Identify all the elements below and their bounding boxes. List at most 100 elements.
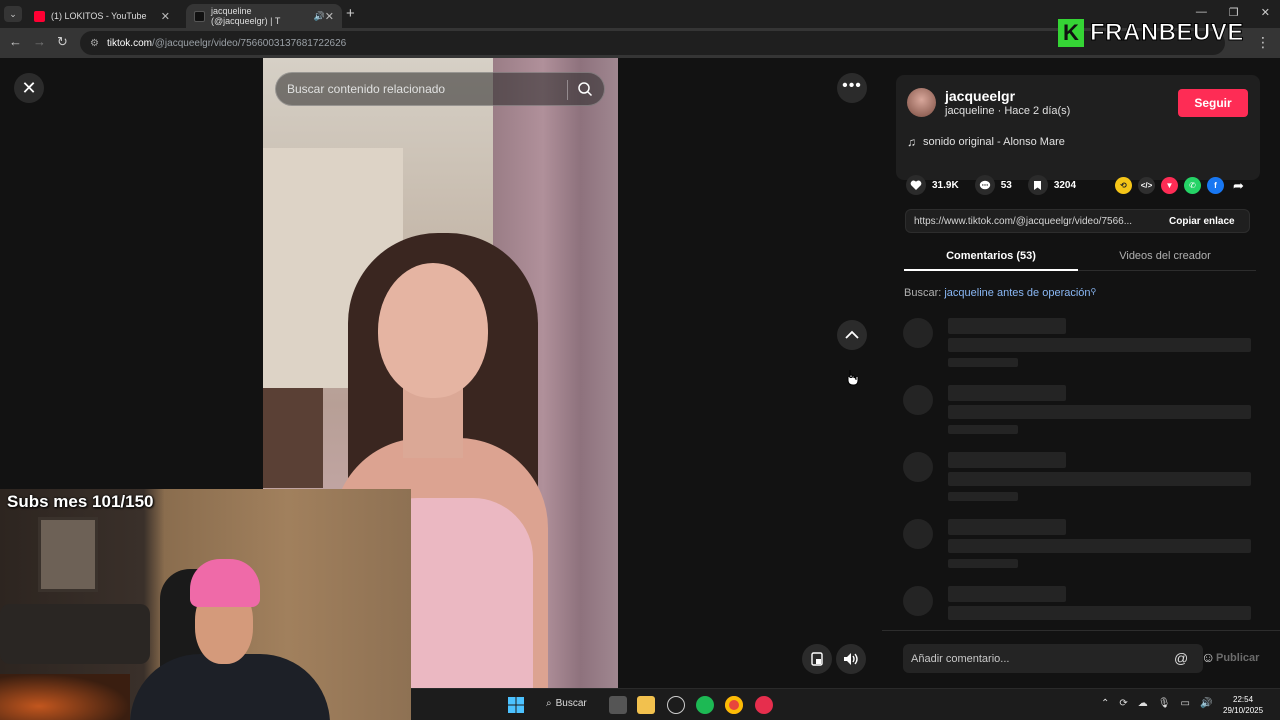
picture-in-picture-button[interactable]	[802, 644, 832, 674]
panel-tabs: Comentarios (53) Videos del creador	[904, 244, 1256, 271]
comment-search-suggestion[interactable]: Buscar: jacqueline antes de operación⚲	[904, 287, 1096, 299]
taskbar-search[interactable]: ⌕ Buscar	[546, 698, 587, 709]
subs-goal-label: Subs mes 101/150	[7, 492, 154, 511]
emoji-icon[interactable]: ☺	[1201, 649, 1215, 665]
facebook-icon[interactable]: f	[1207, 177, 1224, 194]
back-icon[interactable]: ←	[9, 34, 22, 49]
video-dresser	[263, 388, 323, 488]
clock-date: 29/10/2025	[1223, 706, 1264, 715]
spotify-icon[interactable]	[696, 696, 714, 714]
sound-link[interactable]: ♫ sonido original - Alonso Mare	[907, 135, 1065, 149]
browser-menu-icon[interactable]: ⋮	[1256, 34, 1270, 51]
volume-tray-icon[interactable]: 🔊	[1200, 698, 1212, 709]
search-small-icon: ⚲	[1090, 287, 1097, 296]
system-clock[interactable]: 22:54 29/10/2025	[1223, 694, 1263, 716]
windows-taskbar: ⌕ Buscar ⌃ ⟳ ☁ 🎙 ▭ 🔊 22:54 29/10/2025	[411, 688, 1280, 720]
next-video-button[interactable]	[837, 362, 867, 392]
taskbar-search-label: Buscar	[555, 698, 587, 709]
send-to-friends-icon[interactable]: ▼	[1161, 177, 1178, 194]
reload-icon[interactable]: ↻	[57, 34, 68, 50]
search-divider	[567, 80, 568, 100]
follow-button[interactable]: Seguir	[1178, 89, 1248, 117]
comment-count: 53	[1000, 179, 1012, 191]
creator-username[interactable]: jacqueelgr	[945, 88, 1015, 104]
clock-time: 22:54	[1233, 695, 1254, 704]
video-link-url[interactable]: https://www.tiktok.com/@jacqueelgr/video…	[906, 216, 1161, 227]
whatsapp-icon[interactable]: ✆	[1184, 177, 1201, 194]
creator-card: jacqueelgr jacqueline · Hace 2 día(s) Se…	[896, 75, 1260, 180]
webcam-person-hat	[190, 559, 260, 607]
comment-placeholder: Añadir comentario...	[911, 652, 1010, 665]
url-input[interactable]: ⚙ tiktok.com/@jacqueelgr/video/756600313…	[80, 31, 1225, 55]
tab-search-button[interactable]: ⌄	[4, 6, 22, 22]
search-icon[interactable]	[577, 81, 593, 97]
sound-title: sonido original - Alonso Mare	[923, 136, 1065, 148]
speaker-icon[interactable]: 🔊	[314, 11, 325, 22]
music-note-icon: ♫	[907, 135, 916, 149]
webcam-light-glow	[0, 674, 130, 720]
forward-icon[interactable]: →	[33, 34, 46, 49]
comment-button[interactable]: 53	[974, 175, 1012, 195]
app-icon[interactable]	[667, 696, 685, 714]
share-arrow-icon[interactable]: ➦	[1230, 177, 1247, 194]
browser-tab-tiktok[interactable]: jacqueline (@jacqueelgr) | T 🔊 ✕	[186, 4, 342, 28]
chevron-up-icon	[845, 330, 859, 339]
video-link-box: https://www.tiktok.com/@jacqueelgr/video…	[905, 209, 1250, 233]
creator-subline: jacqueline · Hace 2 día(s)	[945, 105, 1071, 117]
comment-input[interactable]: Añadir comentario... @ ☺	[903, 644, 1215, 673]
microphone-icon[interactable]: 🎙	[1158, 698, 1171, 709]
sync-icon[interactable]: ⟳	[1119, 698, 1127, 709]
related-search-input[interactable]: Buscar contenido relacionado	[275, 72, 605, 106]
previous-video-button[interactable]	[837, 320, 867, 350]
close-tab-icon[interactable]: ✕	[325, 10, 334, 23]
tab-title: jacqueline (@jacqueelgr) | T	[211, 6, 281, 26]
repost-icon[interactable]: ⟲	[1115, 177, 1132, 194]
app-red-icon[interactable]	[755, 696, 773, 714]
copy-link-button[interactable]: Copiar enlace	[1161, 216, 1235, 227]
url-path: /@jacqueelgr/video/7566003137681722626	[151, 37, 347, 49]
cloud-icon[interactable]: ☁	[1138, 698, 1148, 709]
volume-button[interactable]	[836, 644, 866, 674]
close-tab-icon[interactable]: ✕	[161, 10, 170, 23]
search-icon: ⌕	[546, 698, 552, 709]
system-tray: ⌃ ⟳ ☁ 🎙 ▭ 🔊	[1101, 698, 1212, 709]
engagement-stats: 31.9K 53 3204	[906, 175, 1092, 195]
browser-tab-youtube[interactable]: (1) LOKITOS - YouTube ✕	[26, 4, 178, 28]
mention-icon[interactable]: @	[1174, 650, 1188, 666]
comment-icon	[974, 175, 995, 195]
save-count: 3204	[1053, 179, 1077, 191]
tab-creator-videos[interactable]: Videos del creador	[1078, 250, 1252, 262]
like-button[interactable]: 31.9K	[906, 175, 959, 195]
network-icon[interactable]: ▭	[1180, 698, 1189, 709]
close-window-icon[interactable]: ✕	[1261, 6, 1270, 19]
save-button[interactable]: 3204	[1027, 175, 1077, 195]
url-domain: tiktok.com	[106, 37, 152, 49]
video-person-face	[378, 263, 488, 398]
embed-icon[interactable]: </>	[1138, 177, 1155, 194]
site-info-icon[interactable]: ⚙	[90, 38, 99, 49]
webcam-overlay: Subs mes 101/150	[0, 489, 411, 720]
avatar[interactable]	[907, 88, 936, 117]
close-video-button[interactable]: ✕	[14, 73, 44, 103]
more-options-button[interactable]: •••	[837, 73, 867, 103]
share-options: ⟲ </> ▼ ✆ f ➦	[1115, 177, 1247, 194]
search-suggestion-query[interactable]: jacqueline antes de operación	[944, 287, 1090, 299]
publish-button[interactable]: Publicar	[1216, 652, 1259, 664]
chrome-icon[interactable]	[725, 696, 743, 714]
logo-letter: K	[1058, 19, 1084, 47]
hand-cursor-icon	[847, 370, 859, 386]
youtube-icon	[34, 10, 45, 22]
video-person-neck	[403, 388, 463, 458]
new-tab-button[interactable]: +	[346, 5, 355, 22]
chevron-up-icon[interactable]: ⌃	[1101, 698, 1109, 709]
tab-comments[interactable]: Comentarios (53)	[904, 250, 1078, 271]
streamer-logo: K FRANBEUVE	[1058, 18, 1244, 48]
windows-start-icon[interactable]	[507, 696, 525, 714]
task-view-icon[interactable]	[609, 696, 627, 714]
webcam-wall-frame	[38, 517, 98, 592]
volume-icon	[844, 653, 858, 665]
heart-icon	[906, 175, 926, 195]
like-count: 31.9K	[932, 179, 959, 191]
file-explorer-icon[interactable]	[637, 696, 655, 714]
bookmark-icon	[1027, 175, 1048, 195]
